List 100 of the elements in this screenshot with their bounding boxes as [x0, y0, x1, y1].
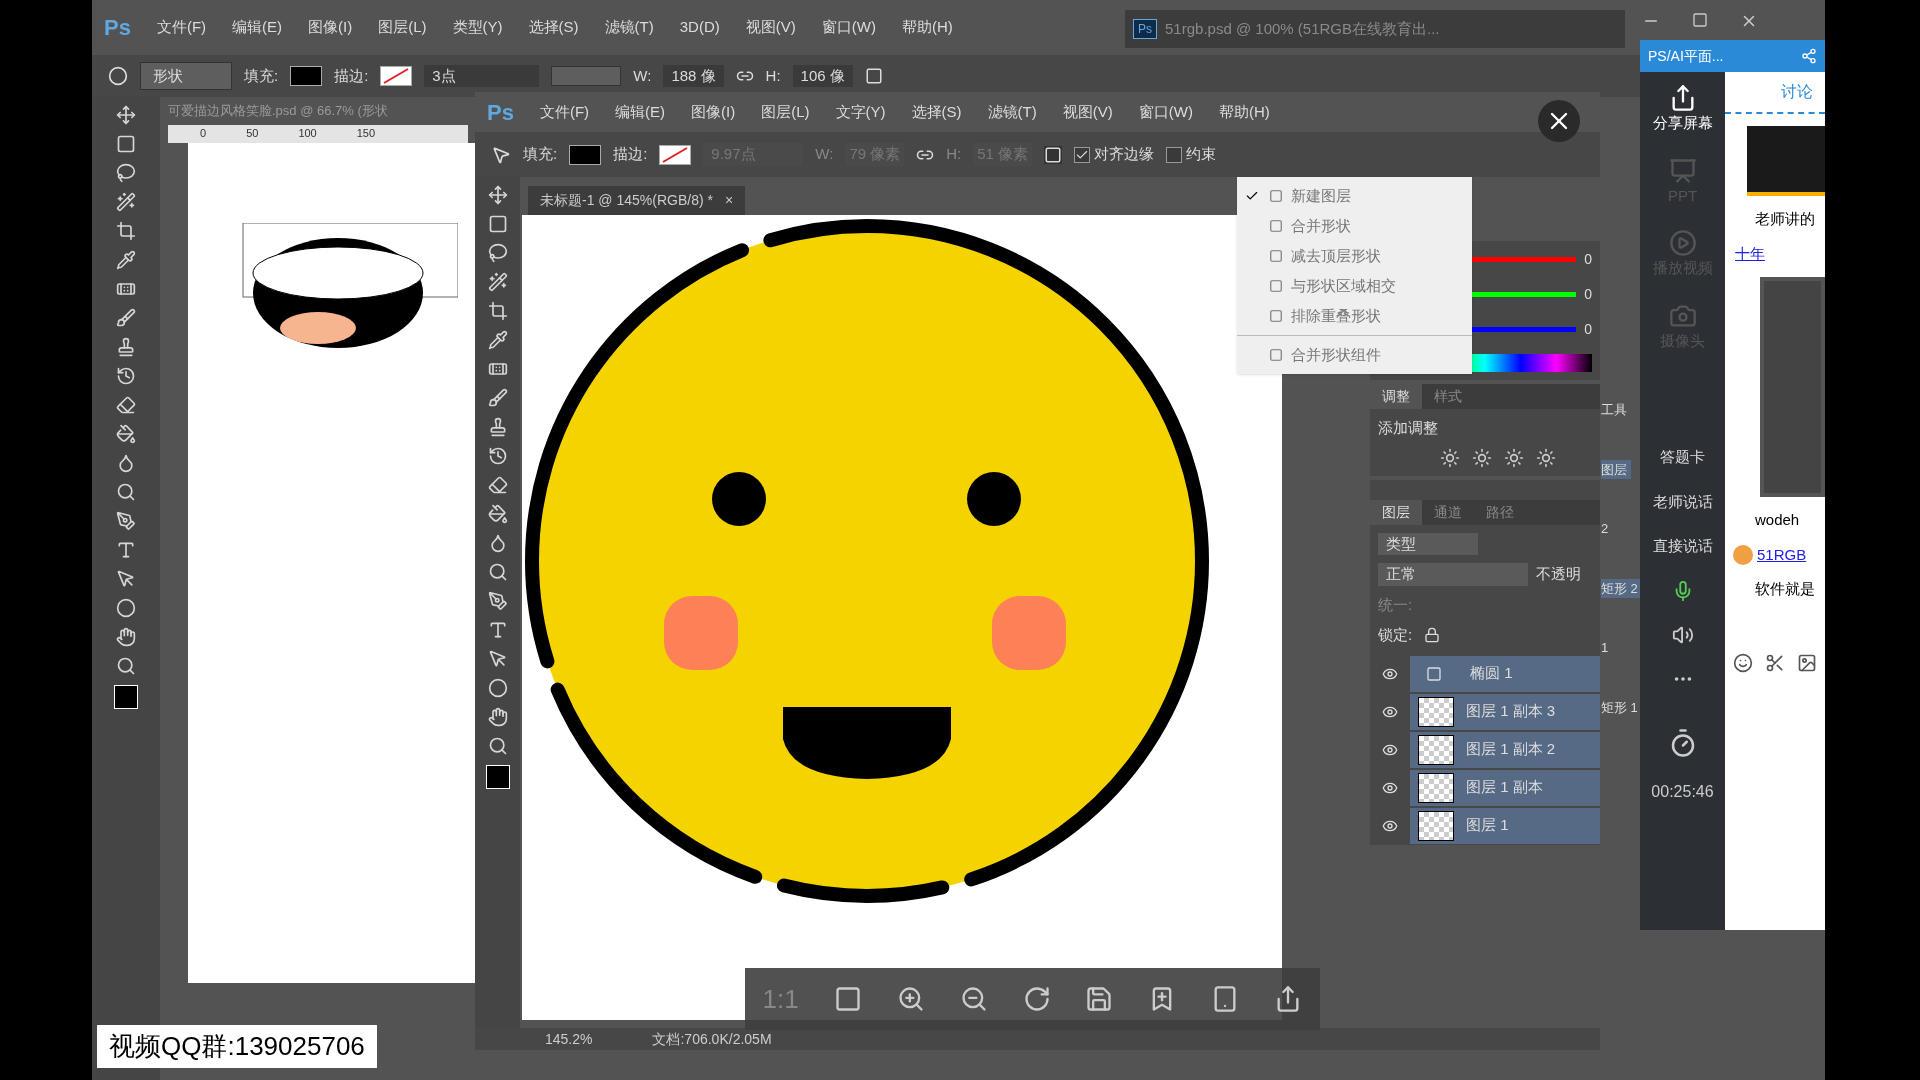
tool-icon[interactable] [116, 540, 136, 560]
layer-row[interactable]: 图层 1 副本 2 [1410, 731, 1600, 768]
path-operations-icon[interactable] [1044, 145, 1063, 164]
menu-item[interactable]: 帮助(H) [901, 16, 953, 39]
tool-icon[interactable] [116, 424, 136, 444]
scissors-icon[interactable] [1765, 652, 1785, 673]
menu-item[interactable]: 视图(V) [1062, 100, 1113, 124]
blend-mode-dropdown[interactable]: 正常 [1378, 563, 1528, 586]
tool-icon[interactable] [116, 105, 136, 125]
menu-item[interactable]: 图像(I) [308, 16, 353, 39]
sender-link[interactable]: 51RGB [1757, 543, 1807, 566]
tool-icon[interactable] [116, 192, 136, 212]
menu-item[interactable]: 窗口(W) [821, 16, 876, 39]
tool-icon[interactable] [116, 250, 136, 270]
tool-icon[interactable] [116, 569, 136, 589]
path-operations-icon[interactable] [864, 67, 883, 85]
stroke-swatch[interactable] [659, 144, 692, 165]
layer-row[interactable]: 椭圆 1 [1410, 655, 1600, 692]
emoji-icon[interactable] [1733, 652, 1753, 673]
tool-icon[interactable] [116, 511, 136, 531]
tool-icon[interactable] [487, 591, 508, 611]
viewer-tool-icon[interactable] [833, 985, 862, 1013]
menu-item[interactable]: 滤镜(T) [987, 100, 1037, 124]
panel-tab[interactable]: 通道 [1422, 499, 1474, 525]
tool-icon[interactable] [487, 243, 508, 263]
menu-item[interactable]: 图层(L) [378, 16, 427, 39]
tool-icon[interactable] [487, 678, 508, 698]
tool-icon[interactable] [116, 395, 136, 415]
menu-item[interactable]: 编辑(E) [615, 100, 666, 124]
tool-icon[interactable] [116, 453, 136, 473]
menu-item[interactable]: 文件(F) [539, 100, 590, 124]
maximize-icon[interactable] [1692, 12, 1708, 28]
tool-icon[interactable] [116, 308, 136, 328]
menu-item[interactable]: 新建图层 [1237, 181, 1472, 211]
panel-tab[interactable]: 图层 [1370, 499, 1422, 525]
panel-tab[interactable]: 样式 [1422, 384, 1474, 409]
menu-item[interactable]: 选择(S) [528, 16, 579, 39]
tool-icon[interactable] [116, 337, 136, 357]
tool-icon[interactable] [487, 301, 508, 321]
menu-item[interactable]: 帮助(H) [1218, 100, 1270, 124]
mode-dropdown[interactable]: 形状 [140, 61, 232, 91]
sidebar-action[interactable]: 直接说话 [1652, 535, 1713, 558]
viewer-tool-icon[interactable] [959, 985, 988, 1013]
checkbox[interactable] [1166, 146, 1183, 163]
menu-item[interactable]: 合并形状组件 [1237, 340, 1472, 370]
panel-tab[interactable]: 调整 [1370, 384, 1422, 409]
lock-icon[interactable] [1424, 627, 1441, 644]
width-field[interactable]: 188 像 [663, 64, 724, 88]
tool-icon[interactable] [116, 366, 136, 386]
tool-icon[interactable] [487, 185, 508, 205]
sidebar-tool[interactable]: 分享屏幕 [1652, 84, 1713, 135]
menu-item[interactable]: 滤镜(T) [604, 16, 654, 39]
menu-item[interactable]: 选择(S) [911, 100, 962, 124]
tool-icon[interactable] [116, 627, 136, 647]
menu-item[interactable]: 编辑(E) [232, 16, 283, 39]
tool-icon[interactable] [487, 707, 508, 727]
menu-item[interactable]: 3D(D) [679, 16, 720, 39]
filter-dropdown[interactable]: 类型 [1378, 532, 1478, 555]
menu-item[interactable]: 图像(I) [691, 100, 736, 124]
menu-item[interactable]: 窗口(W) [1138, 100, 1193, 124]
ellipse-icon[interactable] [108, 66, 128, 86]
adjustment-icon[interactable] [1504, 447, 1524, 468]
share-icon[interactable] [1801, 48, 1817, 64]
menu-item[interactable]: 视图(V) [745, 16, 796, 39]
layer-row[interactable]: 图层 1 [1410, 807, 1600, 844]
menu-item[interactable]: 图层(L) [761, 100, 810, 124]
close-tab-icon[interactable]: × [724, 190, 734, 211]
menu-item[interactable]: 与形状区域相交 [1237, 271, 1472, 301]
viewer-tool-icon[interactable] [1085, 985, 1114, 1013]
tool-icon[interactable] [487, 330, 508, 350]
adjustment-icon[interactable] [1536, 447, 1556, 468]
menu-item[interactable]: 文字(Y) [835, 100, 886, 124]
tool-icon[interactable] [487, 504, 508, 524]
chat-tab[interactable]: 讨论 [1725, 72, 1825, 114]
viewer-tool-icon[interactable] [1022, 985, 1051, 1013]
image-icon[interactable] [1797, 652, 1817, 673]
tool-icon[interactable] [116, 163, 136, 183]
tool-icon[interactable] [116, 134, 136, 154]
sidebar-action[interactable]: 答题卡 [1660, 446, 1705, 469]
tool-icon[interactable] [487, 736, 508, 756]
menu-item[interactable]: 类型(Y) [452, 16, 503, 39]
tool-icon[interactable] [116, 598, 136, 618]
menu-item[interactable]: 减去顶层形状 [1237, 241, 1472, 271]
adjustment-icon[interactable] [1472, 447, 1492, 468]
fill-swatch[interactable] [569, 144, 602, 165]
stroke-width-field[interactable]: 3点 [424, 64, 540, 88]
color-swatch[interactable] [485, 765, 510, 789]
tool-icon[interactable] [116, 656, 136, 676]
close-button[interactable] [1538, 100, 1580, 142]
menu-item[interactable]: 文件(F) [156, 16, 207, 39]
tool-icon[interactable] [487, 649, 508, 669]
tool-icon[interactable] [116, 482, 136, 502]
tool-icon[interactable] [487, 446, 508, 466]
stroke-swatch[interactable] [380, 66, 413, 86]
document-tab[interactable]: 未标题-1 @ 145%(RGB/8) * × [528, 186, 746, 215]
layer-row[interactable]: 图层 1 副本 [1410, 769, 1600, 806]
sidebar-action[interactable]: 老师说话 [1652, 490, 1713, 513]
chat-link[interactable]: 十年 [1725, 242, 1825, 265]
color-swatch[interactable] [114, 685, 138, 709]
tool-icon[interactable] [487, 475, 508, 495]
